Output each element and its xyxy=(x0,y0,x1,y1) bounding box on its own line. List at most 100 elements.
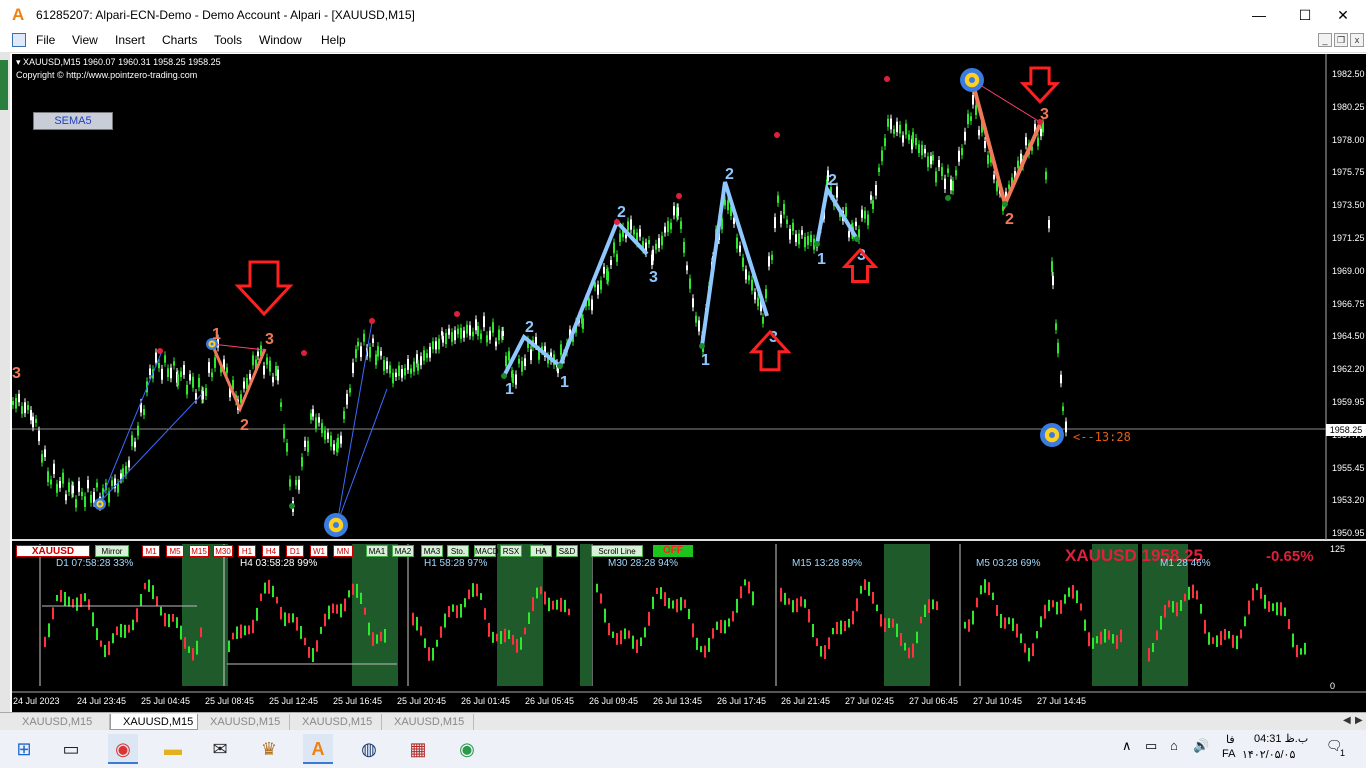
mini-candle xyxy=(144,582,146,590)
mini-candle xyxy=(412,612,414,626)
timeframe-button-m5[interactable]: M5 xyxy=(166,545,184,557)
time-axis-label: 26 Jul 13:45 xyxy=(653,696,703,706)
chart-tab-1[interactable]: XAUUSD,M15 xyxy=(10,714,110,730)
menu-view[interactable]: View xyxy=(72,33,98,47)
indicator-button-0[interactable]: MA1 xyxy=(366,545,388,557)
candle-body xyxy=(186,385,188,395)
timeframe-button-m1[interactable]: M1 xyxy=(142,545,160,557)
chart-tab-4[interactable]: XAUUSD,M15 xyxy=(290,714,382,730)
mini-candle xyxy=(1100,631,1102,645)
candle-body xyxy=(795,234,797,243)
mini-candle xyxy=(264,582,266,594)
timeframe-button-mn[interactable]: MN xyxy=(333,545,353,557)
mini-candle xyxy=(232,632,234,640)
indicator-button-2[interactable]: MA3 xyxy=(421,545,443,557)
tray-expand-icon[interactable]: ∧ xyxy=(1122,738,1132,754)
mdi-minimize-button[interactable]: _ xyxy=(1318,33,1332,47)
timeframe-button-m30[interactable]: M30 xyxy=(213,545,233,557)
time-axis-label: 25 Jul 20:45 xyxy=(397,696,447,706)
indicator-button-5[interactable]: RSX xyxy=(500,545,522,557)
zigzag-line xyxy=(99,350,163,503)
mini-candle xyxy=(628,630,630,639)
timeframe-button-h1[interactable]: H1 xyxy=(238,545,256,557)
candle-body xyxy=(289,479,291,487)
network-icon[interactable]: ⌂ xyxy=(1170,738,1178,753)
chrome-icon[interactable]: ◉ xyxy=(108,734,138,764)
clock-time[interactable]: 04:31 ب.ظ xyxy=(1254,732,1308,745)
alpari-terminal-icon[interactable]: A xyxy=(303,734,333,764)
candle-body xyxy=(56,483,58,493)
windows-start-icon[interactable]: ⊞ xyxy=(9,734,39,764)
mini-candle xyxy=(1068,587,1070,597)
candle-body xyxy=(463,330,465,338)
menu-window[interactable]: Window xyxy=(259,33,302,47)
close-button[interactable]: ✕ xyxy=(1320,0,1366,30)
chart-tab-2[interactable]: XAUUSD,M15 xyxy=(110,714,198,730)
mini-candle xyxy=(136,608,138,623)
tab-scroll-right-icon[interactable]: ▶ xyxy=(1355,715,1363,726)
candle-body xyxy=(389,365,391,374)
timeframe-button-d1[interactable]: D1 xyxy=(286,545,304,557)
keyboard-lang-local[interactable]: فا xyxy=(1226,733,1235,746)
mini-candle xyxy=(1148,647,1150,662)
timeframe-button-w1[interactable]: W1 xyxy=(310,545,328,557)
clock-date[interactable]: ۱۴۰۲/۰۵/۰۵ xyxy=(1242,748,1295,761)
off-button[interactable]: OFF xyxy=(653,545,693,557)
candle-body xyxy=(435,341,437,350)
file-explorer-icon[interactable]: ▬ xyxy=(158,734,188,764)
keyboard-lang[interactable]: FA xyxy=(1222,748,1235,760)
menu-tools[interactable]: Tools xyxy=(214,33,242,47)
tab-scroll-left-icon[interactable]: ◀ xyxy=(1343,715,1351,726)
wave-label: 2 xyxy=(828,172,837,189)
price-chart[interactable]: 31 321212312312323 xyxy=(12,54,1366,712)
candle-body xyxy=(1052,275,1054,286)
mini-candle xyxy=(832,627,834,635)
timeframe-button-h4[interactable]: H4 xyxy=(262,545,280,557)
chrome-profile-icon[interactable]: ◉ xyxy=(452,734,482,764)
timeframe-button-m15[interactable]: M15 xyxy=(189,545,209,557)
mini-candle xyxy=(1064,594,1066,604)
menu-insert[interactable]: Insert xyxy=(115,33,145,47)
mail-icon[interactable]: ✉ xyxy=(205,734,235,764)
menu-help[interactable]: Help xyxy=(321,33,346,47)
indicator-button-7[interactable]: S&D xyxy=(556,545,578,557)
indicator-button-3[interactable]: Sto. xyxy=(447,545,469,557)
battery-icon[interactable]: ▭ xyxy=(1145,738,1157,754)
mini-candle xyxy=(516,638,518,653)
candle-body xyxy=(257,351,259,357)
mini-candle xyxy=(1272,603,1274,612)
volume-icon[interactable]: 🔊 xyxy=(1193,738,1209,754)
candle-body xyxy=(899,124,901,134)
mini-candle xyxy=(708,637,710,652)
mini-candle xyxy=(1256,583,1258,591)
minimize-button[interactable]: — xyxy=(1236,0,1282,30)
winrar-icon[interactable]: ▦ xyxy=(403,734,433,764)
chart-tab-3[interactable]: XAUUSD,M15 xyxy=(198,714,290,730)
indicator-button-1[interactable]: MA2 xyxy=(392,545,414,557)
task-view-icon[interactable]: ▭ xyxy=(56,734,86,764)
chart-tab-5[interactable]: XAUUSD,M15 xyxy=(382,714,474,730)
sema-target-icon xyxy=(333,522,339,528)
menu-charts[interactable]: Charts xyxy=(162,33,197,47)
candle-body xyxy=(483,316,485,328)
menu-file[interactable]: File xyxy=(36,33,55,47)
mini-candle xyxy=(184,637,186,649)
sema5-button[interactable]: SEMA5 xyxy=(33,112,113,130)
mini-candle xyxy=(496,633,498,642)
alpari-app-icon[interactable]: ♛ xyxy=(254,734,284,764)
mini-candle xyxy=(124,624,126,638)
candle-body xyxy=(398,365,400,377)
mini-candle xyxy=(260,593,262,601)
scroll-line-button[interactable]: Scroll Line xyxy=(591,545,643,557)
mini-candle xyxy=(460,603,462,618)
candle-body xyxy=(935,171,937,183)
mirror-button[interactable]: Mirror xyxy=(95,545,129,557)
mdi-close-button[interactable]: x xyxy=(1350,33,1364,47)
indicator-button-4[interactable]: MACD xyxy=(474,545,499,557)
indicator-button-6[interactable]: HA xyxy=(530,545,552,557)
mini-candle xyxy=(896,623,898,638)
mini-candle xyxy=(44,636,46,648)
media-app-icon[interactable]: ◍ xyxy=(354,734,384,764)
mdi-restore-button[interactable]: ❐ xyxy=(1334,33,1348,47)
symbol-tag[interactable]: XAUUSD xyxy=(16,545,90,557)
